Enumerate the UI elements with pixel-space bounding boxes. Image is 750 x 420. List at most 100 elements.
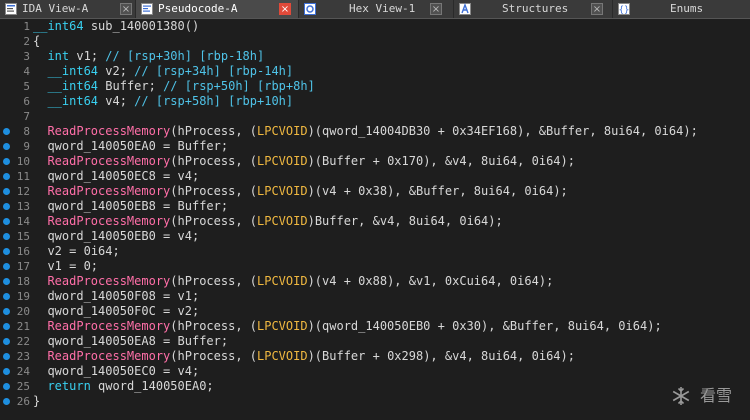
code-text: qword_140050EC8 = v4; — [47, 169, 200, 183]
code-line[interactable]: 21 ReadProcessMemory(hProcess, (LPCVOID)… — [0, 319, 750, 334]
breakpoint-dot-icon[interactable] — [3, 173, 10, 180]
watermark: 看雪 — [671, 386, 732, 407]
breakpoint-dot-icon[interactable] — [3, 323, 10, 330]
code-text: qword_140050EA0 = Buffer; — [47, 139, 229, 153]
code-text: int v1; // [rsp+30h] [rbp-18h] — [47, 49, 265, 63]
code-text: qword_140050EC0 = v4; — [47, 364, 200, 378]
line-number: 5 — [23, 80, 30, 93]
code-line[interactable]: 2{ — [0, 34, 750, 49]
line-number: 11 — [16, 170, 30, 183]
breakpoint-dot-icon[interactable] — [3, 293, 10, 300]
tab-hex-view[interactable]: Hex View-1 × — [299, 0, 454, 18]
line-number: 16 — [16, 245, 30, 258]
close-icon[interactable]: × — [120, 3, 132, 15]
code-text: ReadProcessMemory(hProcess, (LPCVOID)(qw… — [47, 319, 662, 333]
code-line[interactable]: 15 qword_140050EB0 = v4; — [0, 229, 750, 244]
ida-view-icon — [5, 3, 17, 15]
code-text: v1 = 0; — [47, 259, 99, 273]
code-text: __int64 Buffer; // [rsp+50h] [rbp+8h] — [47, 79, 315, 93]
code-line[interactable]: 23 ReadProcessMemory(hProcess, (LPCVOID)… — [0, 349, 750, 364]
code-line[interactable]: 3 int v1; // [rsp+30h] [rbp-18h] — [0, 49, 750, 64]
code-line[interactable]: 1 __int64 sub_140001380() — [0, 19, 750, 34]
line-number: 15 — [16, 230, 30, 243]
code-text: ReadProcessMemory(hProcess, (LPCVOID)(v4… — [47, 274, 554, 288]
close-icon[interactable]: × — [591, 3, 603, 15]
breakpoint-dot-icon[interactable] — [3, 218, 10, 225]
line-number: 20 — [16, 305, 30, 318]
line-number: 24 — [16, 365, 30, 378]
code-line[interactable]: 18 ReadProcessMemory(hProcess, (LPCVOID)… — [0, 274, 750, 289]
code-line[interactable]: 6 __int64 v4; // [rsp+58h] [rbp+10h] — [0, 94, 750, 109]
code-line[interactable]: 13 qword_140050EB8 = Buffer; — [0, 199, 750, 214]
breakpoint-dot-icon[interactable] — [3, 188, 10, 195]
code-line[interactable]: 11 qword_140050EC8 = v4; — [0, 169, 750, 184]
code-line[interactable]: 5 __int64 Buffer; // [rsp+50h] [rbp+8h] — [0, 79, 750, 94]
code-text: __int64 v4; // [rsp+58h] [rbp+10h] — [47, 94, 294, 108]
tab-label: Pseudocode-A — [158, 2, 238, 15]
line-number: 2 — [23, 35, 30, 48]
breakpoint-dot-icon[interactable] — [3, 158, 10, 165]
code-text: ReadProcessMemory(hProcess, (LPCVOID)(v4… — [47, 184, 568, 198]
code-line[interactable]: 14 ReadProcessMemory(hProcess, (LPCVOID)… — [0, 214, 750, 229]
breakpoint-dot-icon[interactable] — [3, 203, 10, 210]
breakpoint-dot-icon[interactable] — [3, 278, 10, 285]
tab-structures[interactable]: Structures × — [454, 0, 613, 18]
code-line[interactable]: 9 qword_140050EA0 = Buffer; — [0, 139, 750, 154]
code-line[interactable]: 19 dword_140050F08 = v1; — [0, 289, 750, 304]
code-line[interactable]: 24 qword_140050EC0 = v4; — [0, 364, 750, 379]
breakpoint-dot-icon[interactable] — [3, 143, 10, 150]
breakpoint-dot-icon[interactable] — [3, 263, 10, 270]
line-number: 1 — [23, 20, 30, 33]
code-line[interactable]: 17 v1 = 0; — [0, 259, 750, 274]
hex-view-icon — [304, 3, 316, 15]
line-number: 17 — [16, 260, 30, 273]
breakpoint-dot-icon[interactable] — [3, 368, 10, 375]
close-icon[interactable]: × — [279, 3, 291, 15]
line-number: 7 — [23, 110, 30, 123]
breakpoint-dot-icon[interactable] — [3, 233, 10, 240]
code-line[interactable]: 26} — [0, 394, 750, 409]
code-text: v2 = 0i64; — [47, 244, 120, 258]
code-text: ReadProcessMemory(hProcess, (LPCVOID)Buf… — [47, 214, 503, 228]
code-line[interactable]: 8 ReadProcessMemory(hProcess, (LPCVOID)(… — [0, 124, 750, 139]
line-number: 23 — [16, 350, 30, 363]
tab-ida-view[interactable]: IDA View-A × — [0, 0, 136, 18]
code-line[interactable]: 16 v2 = 0i64; — [0, 244, 750, 259]
breakpoint-dot-icon[interactable] — [3, 338, 10, 345]
code-text: ReadProcessMemory(hProcess, (LPCVOID)(qw… — [47, 124, 698, 138]
breakpoint-dot-icon[interactable] — [3, 128, 10, 135]
code-line[interactable]: 25 return qword_140050EA0; — [0, 379, 750, 394]
line-number: 22 — [16, 335, 30, 348]
tab-label: Hex View-1 — [349, 2, 416, 15]
breakpoint-dot-icon[interactable] — [3, 353, 10, 360]
breakpoint-dot-icon[interactable] — [3, 398, 10, 405]
code-line[interactable]: 4 __int64 v2; // [rsp+34h] [rbp-14h] — [0, 64, 750, 79]
line-number: 13 — [16, 200, 30, 213]
breakpoint-dot-icon[interactable] — [3, 383, 10, 390]
breakpoint-dot-icon[interactable] — [3, 308, 10, 315]
breakpoint-dot-icon[interactable] — [3, 248, 10, 255]
code-text: qword_140050F0C = v2; — [47, 304, 200, 318]
close-icon[interactable]: × — [430, 3, 442, 15]
code-line[interactable]: 7 — [0, 109, 750, 124]
code-text: ReadProcessMemory(hProcess, (LPCVOID)(Bu… — [47, 349, 575, 363]
enums-icon: {} — [618, 3, 630, 15]
pseudocode-editor[interactable]: 1 __int64 sub_140001380() 2{3 int v1; // [… — [0, 19, 750, 420]
code-line[interactable]: 12 ReadProcessMemory(hProcess, (LPCVOID)… — [0, 184, 750, 199]
line-number: 26 — [16, 395, 30, 408]
code-line[interactable]: 10 ReadProcessMemory(hProcess, (LPCVOID)… — [0, 154, 750, 169]
code-line[interactable]: 22 qword_140050EA8 = Buffer; — [0, 334, 750, 349]
line-number: 21 — [16, 320, 30, 333]
code-line[interactable]: 20 qword_140050F0C = v2; — [0, 304, 750, 319]
code-text: qword_140050EB0 = v4; — [47, 229, 200, 243]
line-number: 4 — [23, 65, 30, 78]
code-text: __int64 sub_140001380() — [33, 19, 200, 33]
tab-label: Structures — [502, 2, 569, 15]
tab-label: IDA View-A — [22, 2, 89, 15]
line-number: 14 — [16, 215, 30, 228]
code-text: qword_140050EB8 = Buffer; — [47, 199, 229, 213]
code-text: dword_140050F08 = v1; — [47, 289, 200, 303]
tab-enums[interactable]: {} Enums — [613, 0, 750, 18]
line-number: 19 — [16, 290, 30, 303]
tab-pseudocode[interactable]: Pseudocode-A × — [136, 0, 299, 18]
